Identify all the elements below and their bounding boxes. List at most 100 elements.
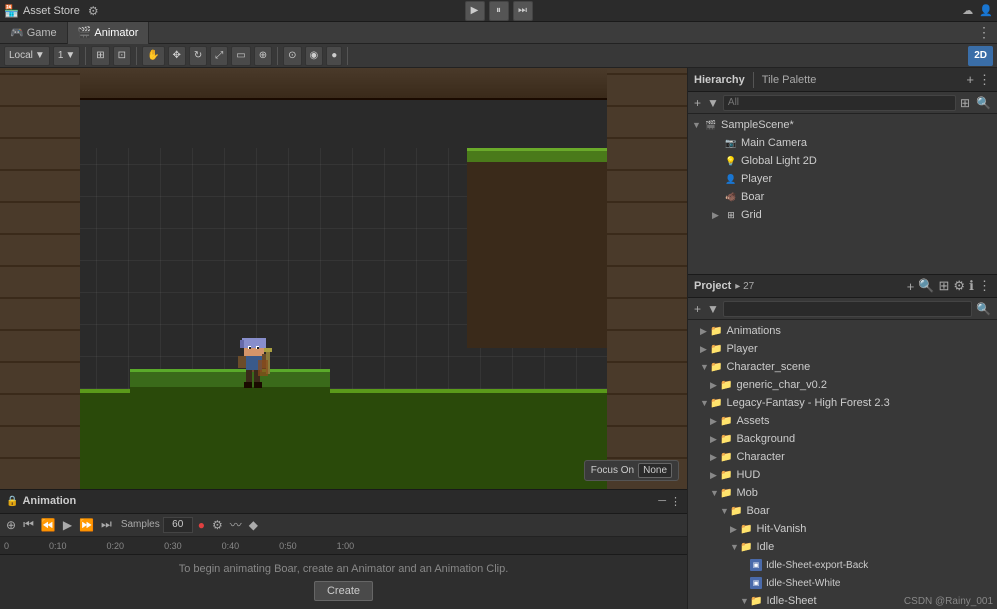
anim-next-btn[interactable]: ⏩ — [77, 518, 96, 532]
move-btn[interactable]: ✥ — [168, 46, 186, 66]
anim-key-icon[interactable]: ◆ — [247, 518, 260, 532]
hier-minus-btn[interactable]: ▼ — [705, 96, 721, 110]
anim-minimize-icon[interactable]: ─ — [658, 495, 666, 508]
hier-item-samplescene[interactable]: ▼ 🎬 SampleScene* — [688, 116, 997, 134]
animation-toolbar: ⊕ ⏮ ⏪ ▶ ⏩ ⏭ Samples ● ⚙ 〰 ◆ — [0, 514, 687, 538]
local-dropdown[interactable]: Local ▼ — [4, 46, 50, 66]
folder-icon-assets: 📁 — [720, 416, 732, 427]
ruler-0: 0 — [4, 541, 9, 551]
tab-animator[interactable]: 🎬 Animator — [68, 22, 150, 44]
folder-icon-idle: 📁 — [740, 542, 752, 553]
platform-right-grass — [467, 148, 607, 162]
anim-curve-icon[interactable]: 〰 — [228, 516, 244, 533]
asset-store-label[interactable]: Asset Store — [23, 5, 80, 17]
account-icon[interactable]: 👤 — [979, 4, 993, 17]
proj-item-animations[interactable]: ▶ 📁 Animations — [688, 322, 997, 340]
proj-add-btn[interactable]: + — [692, 302, 703, 316]
proj-item-boar-folder[interactable]: ▼ 📁 Boar — [688, 502, 997, 520]
proj-item-background[interactable]: ▶ 📁 Background — [688, 430, 997, 448]
hier-search-icon[interactable]: 🔍 — [974, 96, 993, 110]
wall-left — [0, 68, 80, 489]
pause-button[interactable]: ⏸ — [489, 1, 509, 21]
proj-item-hud[interactable]: ▶ 📁 HUD — [688, 466, 997, 484]
play-controls: ▶ ⏸ ⏭ — [465, 1, 533, 21]
project-search-icon[interactable]: 🔍 — [918, 278, 934, 294]
timeline-content: To begin animating Boar, create an Anima… — [0, 555, 687, 609]
hier-filter-icon[interactable]: ⊞ — [958, 96, 972, 110]
toolbar-separator-1 — [85, 47, 86, 65]
ruler-040: 0:40 — [222, 541, 240, 551]
hierarchy-menu-icon[interactable]: ⋮ — [978, 72, 991, 88]
proj-item-idle-sheet-white[interactable]: ▣ Idle-Sheet-White — [688, 574, 997, 592]
tab-menu-icon[interactable]: ⋮ — [971, 24, 997, 41]
focus-on-control[interactable]: Focus On None — [584, 460, 679, 481]
proj-item-character-folder[interactable]: ▶ 📁 Character — [688, 448, 997, 466]
proj-item-hit-vanish[interactable]: ▶ 📁 Hit-Vanish — [688, 520, 997, 538]
grid-btn[interactable]: ⊞ — [91, 46, 109, 66]
circle-btn[interactable]: ● — [326, 46, 342, 66]
proj-search-btn[interactable]: 🔍 — [974, 302, 993, 316]
tab-game[interactable]: 🎮 Game — [0, 22, 68, 44]
proj-item-idle-folder[interactable]: ▼ 📁 Idle — [688, 538, 997, 556]
hier-add-btn[interactable]: + — [692, 96, 703, 110]
focus-on-value[interactable]: None — [638, 463, 672, 478]
proj-item-idle-sheet-back[interactable]: ▣ Idle-Sheet-export-Back — [688, 556, 997, 574]
proj-item-mob[interactable]: ▼ 📁 Mob — [688, 484, 997, 502]
anim-prev-btn[interactable]: ⏮ — [21, 517, 36, 532]
hier-item-grid[interactable]: ▶ ⊞ Grid — [688, 206, 997, 224]
hier-item-player[interactable]: 👤 Player — [688, 170, 997, 188]
hierarchy-add-icon[interactable]: + — [966, 72, 974, 87]
scene-arrow: ▼ — [692, 120, 704, 130]
project-menu-icon[interactable]: ⋮ — [978, 278, 991, 294]
rotate-btn[interactable]: ↻ — [189, 46, 207, 66]
project-tree[interactable]: ▶ 📁 Animations ▶ 📁 Player ▼ 📁 Character_… — [688, 320, 997, 609]
project-filter-icon[interactable]: ⊞ — [938, 278, 949, 294]
anim-record-btn[interactable]: ● — [196, 518, 207, 532]
anim-end-btn[interactable]: ⏭ — [99, 517, 114, 532]
pivot-btn[interactable]: ⊙ — [283, 46, 301, 66]
anim-back-btn[interactable]: ⏪ — [39, 518, 58, 532]
anim-lock-icon[interactable]: 🔒 — [6, 496, 18, 507]
hier-item-boar[interactable]: 🐗 Boar — [688, 188, 997, 206]
hierarchy-search[interactable] — [723, 95, 956, 111]
proj-item-legacy-fantasy[interactable]: ▼ 📁 Legacy-Fantasy - High Forest 2.3 — [688, 394, 997, 412]
samples-input[interactable] — [163, 517, 193, 533]
project-info-icon[interactable]: ℹ — [969, 278, 974, 294]
anim-header-actions: ─ ⋮ — [658, 495, 681, 508]
hierarchy-tree[interactable]: ▼ 🎬 SampleScene* 📷 Main Camera 💡 Global … — [688, 114, 997, 274]
ruler-020: 0:20 — [107, 541, 125, 551]
play-button[interactable]: ▶ — [465, 1, 485, 21]
settings-icon[interactable]: ⚙ — [88, 4, 99, 18]
toolbar-separator-3 — [277, 47, 278, 65]
hier-item-maincamera[interactable]: 📷 Main Camera — [688, 134, 997, 152]
btn-2d[interactable]: 2D — [968, 46, 993, 66]
asset-store-icon: 🏪 — [4, 4, 19, 18]
anim-add-btn[interactable]: ⊕ — [4, 518, 18, 532]
hand-btn[interactable]: ✋ — [142, 46, 164, 66]
left-panel: Focus On None 🔒 Animation ─ ⋮ ⊕ ⏮ — [0, 68, 687, 609]
project-add-icon[interactable]: + — [907, 279, 915, 294]
create-button[interactable]: Create — [314, 581, 373, 601]
proj-item-assets[interactable]: ▶ 📁 Assets — [688, 412, 997, 430]
anim-play-btn[interactable]: ▶ — [61, 518, 74, 532]
cloud-icon[interactable]: ☁ — [962, 4, 973, 17]
rect-btn[interactable]: ▭ — [231, 46, 250, 66]
proj-item-generic-char[interactable]: ▶ 📁 generic_char_v0.2 — [688, 376, 997, 394]
step-button[interactable]: ⏭ — [513, 1, 533, 21]
tile-palette-title[interactable]: Tile Palette — [762, 74, 817, 86]
scene-view[interactable]: Focus On None — [0, 68, 687, 489]
hier-item-globallight[interactable]: 💡 Global Light 2D — [688, 152, 997, 170]
proj-item-character-scene[interactable]: ▼ 📁 Character_scene — [688, 358, 997, 376]
num-dropdown[interactable]: 1 ▼ — [53, 46, 80, 66]
project-search-input[interactable] — [723, 301, 972, 317]
grid2-btn[interactable]: ⊡ — [113, 46, 131, 66]
animation-title: Animation — [22, 495, 76, 507]
transform-btn[interactable]: ⊕ — [254, 46, 272, 66]
anim-settings-icon[interactable]: ⚙ — [210, 518, 225, 532]
project-grid-icon[interactable]: ⚙ — [953, 278, 965, 294]
globe-btn[interactable]: ◉ — [305, 46, 324, 66]
scale-btn[interactable]: ⤢ — [210, 46, 228, 66]
anim-menu-icon[interactable]: ⋮ — [670, 495, 681, 508]
proj-arrow-btn[interactable]: ▼ — [705, 302, 721, 316]
proj-item-player[interactable]: ▶ 📁 Player — [688, 340, 997, 358]
